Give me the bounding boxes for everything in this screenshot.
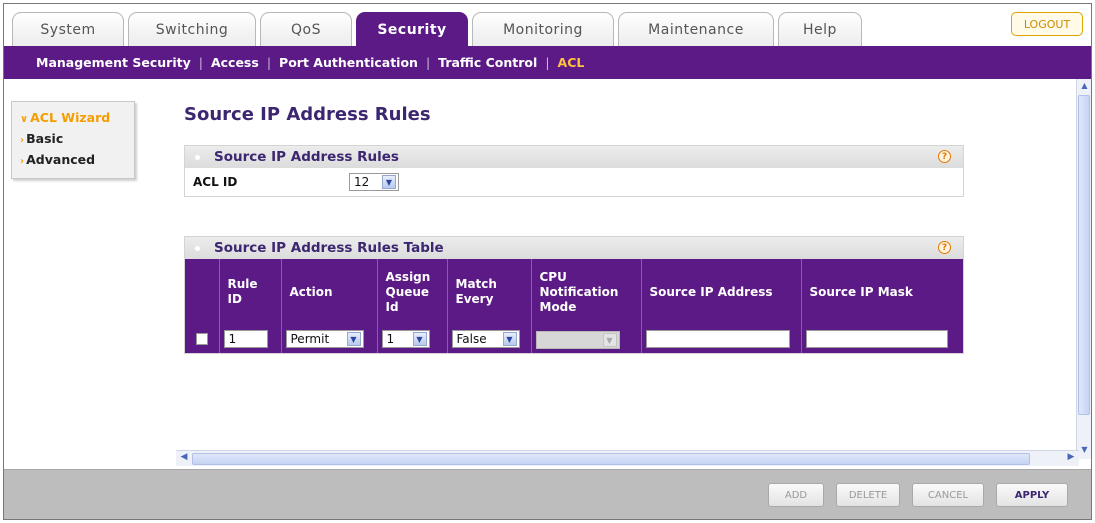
security-subnav: Management Security | Access | Port Auth… xyxy=(4,46,1091,79)
chevron-down-icon: ∨ xyxy=(20,114,29,125)
column-header-rule-id: Rule ID xyxy=(219,259,282,325)
subnav-traffic-control[interactable]: Traffic Control xyxy=(438,55,537,70)
chevron-right-icon[interactable]: ▶ xyxy=(1064,452,1078,466)
table-row: 1 Permit ▼ 1 ▼ False ▼ ▼ xyxy=(185,325,963,353)
bullet-icon xyxy=(195,245,200,251)
acl-id-label: ACL ID xyxy=(193,175,238,189)
rule-id-input[interactable]: 1 xyxy=(223,330,268,348)
subnav-port-authentication[interactable]: Port Authentication xyxy=(279,55,418,70)
action-cell: Permit ▼ xyxy=(281,325,378,353)
delete-button[interactable]: DELETE xyxy=(836,483,900,507)
tab-qos[interactable]: QoS xyxy=(260,12,352,46)
chevron-down-icon: ▼ xyxy=(382,175,396,189)
source-ip-input[interactable] xyxy=(645,330,790,348)
source-mask-input[interactable] xyxy=(805,330,948,348)
acl-left-menu: ∨ ACL Wizard › Basic › Advanced xyxy=(11,101,135,179)
tab-switching[interactable]: Switching xyxy=(128,12,256,46)
add-button[interactable]: ADD xyxy=(768,483,824,507)
acl-id-value: 12 xyxy=(354,175,370,189)
chevron-right-icon: › xyxy=(20,156,25,167)
match-every-select[interactable]: False ▼ xyxy=(451,330,520,348)
column-header-cpu-mode: CPU Notification Mode xyxy=(531,259,642,325)
apply-button[interactable]: APPLY xyxy=(996,483,1068,507)
menu-item-label: ACL Wizard xyxy=(30,110,111,125)
queue-id-value: 1 xyxy=(386,332,395,346)
tab-maintenance[interactable]: Maintenance xyxy=(618,12,774,46)
panel-title: Source IP Address Rules Table xyxy=(214,240,444,256)
panel-header: Source IP Address Rules Table ? xyxy=(185,237,963,259)
column-header-select xyxy=(185,259,220,325)
chevron-down-icon: ▼ xyxy=(346,332,361,346)
tab-security[interactable]: Security xyxy=(356,12,468,46)
column-header-source-mask: Source IP Mask xyxy=(801,259,963,325)
queue-id-cell: 1 ▼ xyxy=(377,325,448,353)
rules-table: Rule ID Action Assign Queue Id Match Eve… xyxy=(185,259,963,353)
table-header-row: Rule ID Action Assign Queue Id Match Eve… xyxy=(185,259,963,325)
chevron-down-icon: ▼ xyxy=(502,332,517,346)
chevron-left-icon[interactable]: ◀ xyxy=(177,452,191,466)
row-select-cell xyxy=(185,325,220,353)
rule-id-cell: 1 xyxy=(219,325,282,353)
horizontal-scrollbar[interactable]: ◀ ▶ xyxy=(176,450,1079,466)
bullet-icon xyxy=(195,154,200,160)
subnav-separator: | xyxy=(545,55,550,70)
menu-item-basic[interactable]: › Basic xyxy=(20,129,126,150)
column-header-action: Action xyxy=(281,259,378,325)
page-title: Source IP Address Rules xyxy=(184,104,431,125)
app-frame: System Switching QoS Security Monitoring… xyxy=(3,3,1092,520)
acl-id-panel: Source IP Address Rules ? ACL ID 12 ▼ xyxy=(184,145,964,197)
vertical-scrollbar[interactable]: ▲ ▼ xyxy=(1076,79,1091,459)
subnav-separator: | xyxy=(266,55,272,70)
cpu-mode-cell: ▼ xyxy=(531,325,642,353)
queue-id-select[interactable]: 1 ▼ xyxy=(381,330,430,348)
subnav-separator: | xyxy=(425,55,431,70)
chevron-down-icon: ▼ xyxy=(602,333,617,347)
action-select[interactable]: Permit ▼ xyxy=(285,330,364,348)
help-icon[interactable]: ? xyxy=(938,150,951,163)
subnav-acl[interactable]: ACL xyxy=(558,55,585,70)
action-footer: ADD DELETE CANCEL APPLY xyxy=(4,469,1091,519)
panel-header: Source IP Address Rules ? xyxy=(185,146,963,168)
cpu-mode-select: ▼ xyxy=(535,331,620,349)
rules-table-panel: Source IP Address Rules Table ? Rule ID … xyxy=(184,236,964,354)
chevron-up-icon[interactable]: ▲ xyxy=(1079,81,1090,93)
row-checkbox[interactable] xyxy=(195,333,208,345)
column-header-queue-id: Assign Queue Id xyxy=(377,259,448,325)
main-tab-bar: System Switching QoS Security Monitoring… xyxy=(4,4,1091,46)
match-every-value: False xyxy=(456,332,487,346)
scrollbar-thumb[interactable] xyxy=(1078,95,1090,415)
chevron-right-icon: › xyxy=(20,135,25,146)
menu-item-label: Advanced xyxy=(26,152,96,167)
menu-item-label: Basic xyxy=(26,131,64,146)
logout-button[interactable]: LOGOUT xyxy=(1011,12,1083,36)
acl-id-row: ACL ID 12 ▼ xyxy=(185,168,963,196)
menu-item-advanced[interactable]: › Advanced xyxy=(20,150,126,171)
tab-help[interactable]: Help xyxy=(778,12,862,46)
subnav-management-security[interactable]: Management Security xyxy=(36,55,191,70)
scrollbar-thumb[interactable] xyxy=(192,453,1030,465)
tab-monitoring[interactable]: Monitoring xyxy=(472,12,614,46)
chevron-down-icon[interactable]: ▼ xyxy=(1079,445,1090,457)
chevron-down-icon: ▼ xyxy=(412,332,427,346)
cancel-button[interactable]: CANCEL xyxy=(912,483,984,507)
column-header-source-ip: Source IP Address xyxy=(641,259,802,325)
acl-id-select[interactable]: 12 ▼ xyxy=(349,173,399,191)
help-icon[interactable]: ? xyxy=(938,241,951,254)
column-header-match-every: Match Every xyxy=(447,259,532,325)
menu-item-acl-wizard[interactable]: ∨ ACL Wizard xyxy=(20,108,126,129)
source-mask-cell xyxy=(801,325,963,353)
subnav-separator: | xyxy=(198,55,203,70)
tab-system[interactable]: System xyxy=(12,12,124,46)
match-every-cell: False ▼ xyxy=(447,325,532,353)
panel-title: Source IP Address Rules xyxy=(214,149,399,165)
subnav-access[interactable]: Access xyxy=(211,55,259,70)
source-ip-cell xyxy=(641,325,802,353)
action-value: Permit xyxy=(290,332,330,346)
